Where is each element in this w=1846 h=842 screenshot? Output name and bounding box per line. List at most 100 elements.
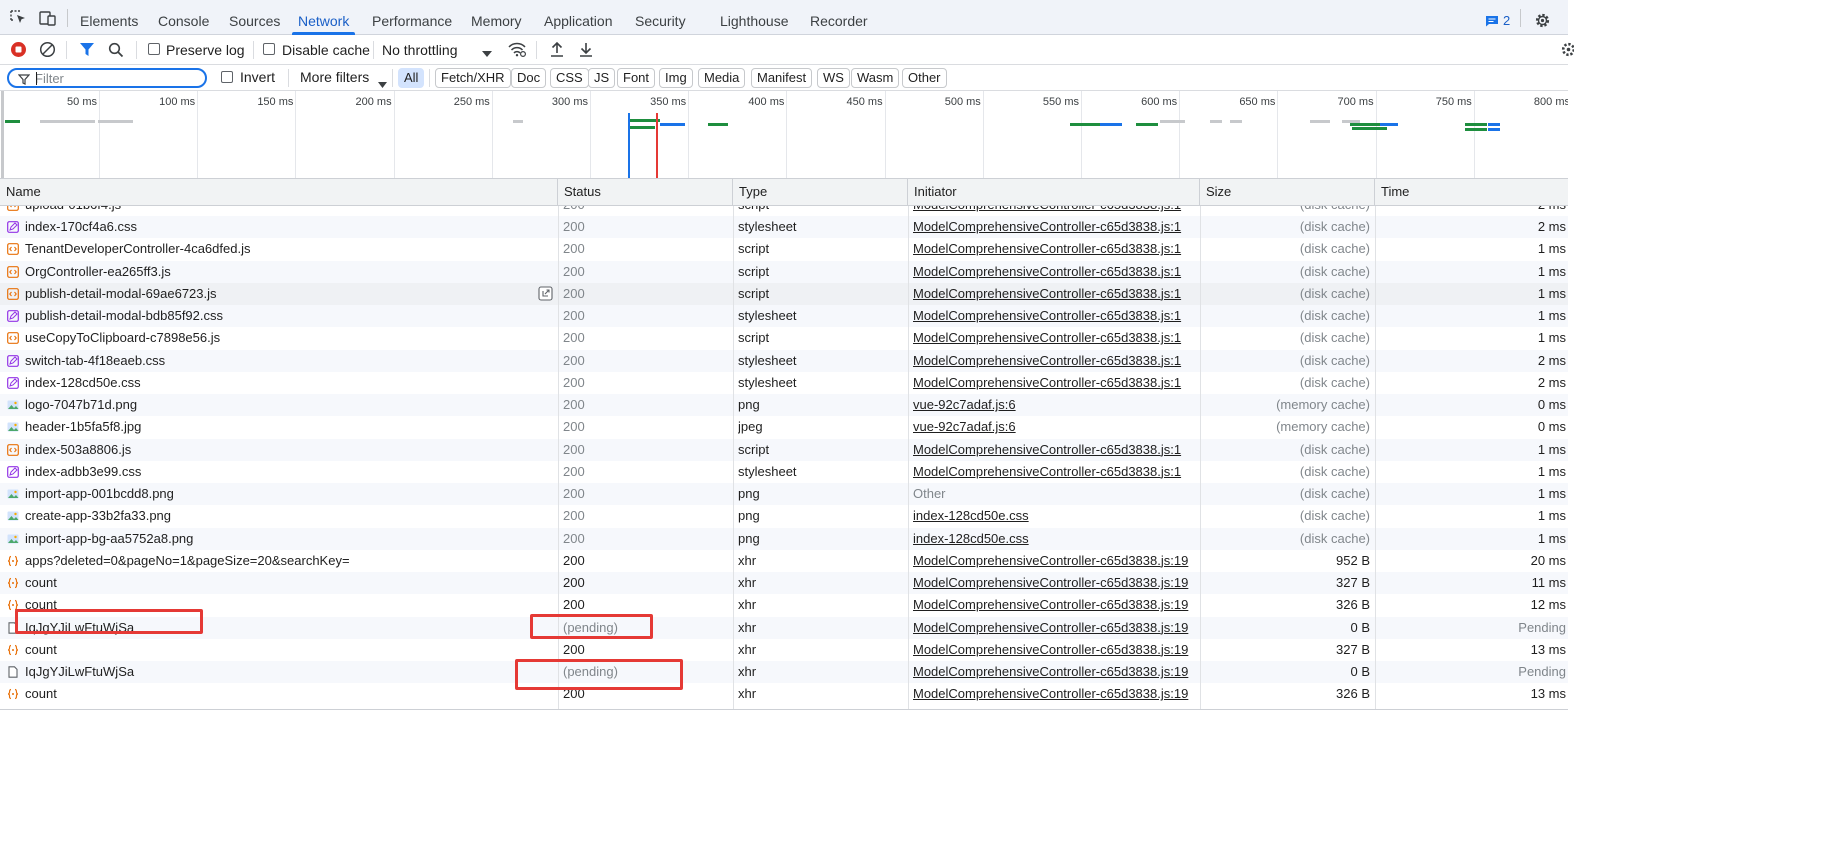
type-filter-media[interactable]: Media	[698, 68, 746, 88]
overview-left-handle[interactable]	[1, 91, 4, 178]
request-initiator[interactable]: ModelComprehensiveController-c65d3838.js…	[913, 683, 1199, 705]
inspect-element-icon[interactable]	[10, 10, 28, 26]
table-row[interactable]: TenantDeveloperController-4ca6dfed.js 200…	[0, 238, 1568, 260]
type-filter-wasm[interactable]: Wasm	[851, 68, 900, 88]
tab-network[interactable]: Network	[291, 0, 356, 35]
table-row[interactable]: index-128cd50e.css 200 stylesheet ModelComp…	[0, 372, 1568, 394]
table-row[interactable]: useCopyToClipboard-c7898e56.js 200 script M…	[0, 327, 1568, 349]
request-initiator[interactable]: index-128cd50e.css	[913, 528, 1199, 550]
request-initiator[interactable]: ModelComprehensiveController-c65d3838.js…	[913, 350, 1199, 372]
request-initiator[interactable]: ModelComprehensiveController-c65d3838.js…	[913, 216, 1199, 238]
request-initiator[interactable]: ModelComprehensiveController-c65d3838.js…	[913, 305, 1199, 327]
table-row[interactable]: count 200 xhr ModelComprehensiveController-…	[0, 683, 1568, 705]
message-icon	[1486, 15, 1498, 26]
request-initiator[interactable]: ModelComprehensiveController-c65d3838.js…	[913, 206, 1199, 216]
clear-icon[interactable]	[39, 41, 56, 61]
filter-funnel-icon[interactable]	[79, 42, 95, 60]
type-filter-css[interactable]: CSS	[550, 68, 589, 88]
tab-elements[interactable]: Elements	[80, 0, 138, 35]
network-conditions-wifi-icon[interactable]	[508, 42, 527, 60]
preserve-log-checkbox[interactable]	[148, 43, 160, 55]
tab-console[interactable]: Console	[158, 0, 209, 35]
invert-checkbox[interactable]	[221, 71, 233, 83]
table-row[interactable]: index-503a8806.js 200 script ModelComprehen…	[0, 438, 1568, 461]
issues-counter[interactable]: 2	[1485, 13, 1510, 28]
request-initiator[interactable]: ModelComprehensiveController-c65d3838.js…	[913, 439, 1199, 461]
type-filter-js[interactable]: JS	[588, 68, 616, 88]
chevron-down-icon[interactable]	[482, 46, 492, 61]
type-filter-img[interactable]: Img	[659, 68, 693, 88]
table-row[interactable]: logo-7047b71d.png 200 png vue-92c7adaf.js:6…	[0, 394, 1568, 416]
type-filter-all[interactable]: All	[398, 68, 425, 88]
column-header-size[interactable]: Size	[1200, 179, 1375, 206]
request-initiator[interactable]: ModelComprehensiveController-c65d3838.js…	[913, 261, 1199, 283]
request-size: (disk cache)	[1299, 330, 1370, 346]
request-initiator[interactable]: index-128cd50e.css	[913, 505, 1199, 527]
more-filters-dropdown[interactable]: More filters	[300, 69, 369, 85]
throttling-select[interactable]: No throttling	[382, 42, 457, 58]
table-row[interactable]: upload-01b6f4.js 200 script ModelCompreh…	[0, 206, 1568, 216]
request-initiator[interactable]: ModelComprehensiveController-c65d3838.js…	[913, 461, 1199, 483]
open-in-sources-icon[interactable]	[538, 286, 553, 304]
type-filter-doc[interactable]: Doc	[511, 68, 547, 88]
table-row[interactable]: create-app-33b2fa33.png 200 png index-128cd…	[0, 505, 1568, 527]
table-row[interactable]: index-170cf4a6.css 200 stylesheet ModelComp…	[0, 216, 1568, 238]
request-initiator[interactable]: ModelComprehensiveController-c65d3838.js…	[913, 572, 1199, 594]
network-overview-timeline[interactable]: 50 ms 100 ms 150 ms 200 ms 250 ms 300 ms 350 m…	[0, 91, 1568, 179]
table-row[interactable]: OrgController-ea265ff3.js 200 script ModelC…	[0, 260, 1568, 283]
type-filter-font[interactable]: Font	[617, 68, 656, 88]
table-row[interactable]: count 200 xhr ModelComprehensiveController-…	[0, 594, 1568, 616]
request-initiator[interactable]: vue-92c7adaf.js:6	[913, 394, 1199, 416]
type-filter-ws[interactable]: WS	[817, 68, 850, 88]
export-har-download-icon[interactable]	[578, 41, 594, 61]
tab-lighthouse[interactable]: Lighthouse	[720, 0, 789, 35]
tab-performance[interactable]: Performance	[372, 0, 452, 35]
column-header-time[interactable]: Time	[1375, 179, 1568, 206]
network-settings-gear-icon[interactable]	[1560, 41, 1576, 61]
type-filter-other[interactable]: Other	[902, 68, 947, 88]
table-row[interactable]: import-app-001bcdd8.png 200 png Other (disk …	[0, 483, 1568, 505]
table-row[interactable]: index-adbb3e99.css 200 stylesheet ModelComp…	[0, 461, 1568, 483]
tab-security[interactable]: Security	[635, 0, 686, 35]
filter-input[interactable]	[35, 71, 195, 85]
request-initiator[interactable]: ModelComprehensiveController-c65d3838.js…	[913, 617, 1199, 639]
column-header-initiator[interactable]: Initiator	[908, 179, 1200, 206]
tab-recorder[interactable]: Recorder	[810, 0, 868, 35]
import-har-upload-icon[interactable]	[549, 41, 565, 61]
request-initiator[interactable]: ModelComprehensiveController-c65d3838.js…	[913, 327, 1199, 349]
table-row[interactable]: publish-detail-modal-69ae6723.js 200 scrip…	[0, 282, 1568, 305]
table-row[interactable]: switch-tab-4f18eaeb.css 200 stylesheet Mode…	[0, 349, 1568, 372]
filter-input-box[interactable]	[7, 68, 207, 88]
search-icon[interactable]	[108, 42, 124, 61]
table-row[interactable]: import-app-bg-aa5752a8.png 200 png index-12…	[0, 527, 1568, 550]
table-row[interactable]: IqJgYJiLwFtuWjSa (pending) xhr ModelCompreh…	[0, 616, 1568, 639]
tab-memory[interactable]: Memory	[471, 0, 522, 35]
request-initiator[interactable]: ModelComprehensiveController-c65d3838.js…	[913, 550, 1199, 572]
tab-application[interactable]: Application	[544, 0, 613, 35]
table-row[interactable]: apps?deleted=0&pageNo=1&pageSize=20&sear…	[0, 550, 1568, 572]
chevron-down-icon[interactable]	[378, 76, 387, 91]
disable-cache-checkbox[interactable]	[263, 43, 275, 55]
request-initiator[interactable]: ModelComprehensiveController-c65d3838.js…	[913, 283, 1199, 305]
table-row[interactable]: IqJgYJiLwFtuWjSa (pending) xhr ModelCompreh…	[0, 661, 1568, 683]
column-header-type[interactable]: Type	[733, 179, 908, 206]
request-initiator[interactable]: ModelComprehensiveController-c65d3838.js…	[913, 372, 1199, 394]
settings-gear-icon[interactable]	[1534, 12, 1551, 32]
stop-recording-icon[interactable]	[10, 41, 27, 61]
table-row[interactable]: header-1b5fa5f8.jpg 200 jpeg vue-92c7adaf.j…	[0, 416, 1568, 438]
column-header-name[interactable]: Name	[0, 179, 558, 206]
request-initiator[interactable]: ModelComprehensiveController-c65d3838.js…	[913, 661, 1199, 683]
table-row[interactable]: publish-detail-modal-bdb85f92.css 200 styl…	[0, 305, 1568, 327]
request-size: 952 B	[1336, 552, 1370, 568]
request-initiator[interactable]: ModelComprehensiveController-c65d3838.js…	[913, 594, 1199, 616]
type-filter-manifest[interactable]: Manifest	[751, 68, 813, 88]
request-initiator[interactable]: ModelComprehensiveController-c65d3838.js…	[913, 238, 1199, 260]
tab-sources[interactable]: Sources	[229, 0, 280, 35]
type-filter-fetch-xhr[interactable]: Fetch/XHR	[435, 68, 511, 88]
table-row[interactable]: count 200 xhr ModelComprehensiveController-…	[0, 639, 1568, 661]
request-initiator[interactable]: vue-92c7adaf.js:6	[913, 416, 1199, 438]
column-header-status[interactable]: Status	[558, 179, 733, 206]
device-toolbar-icon[interactable]	[39, 10, 57, 26]
table-row[interactable]: count 200 xhr ModelComprehensiveController-…	[0, 572, 1568, 594]
request-initiator[interactable]: ModelComprehensiveController-c65d3838.js…	[913, 639, 1199, 661]
